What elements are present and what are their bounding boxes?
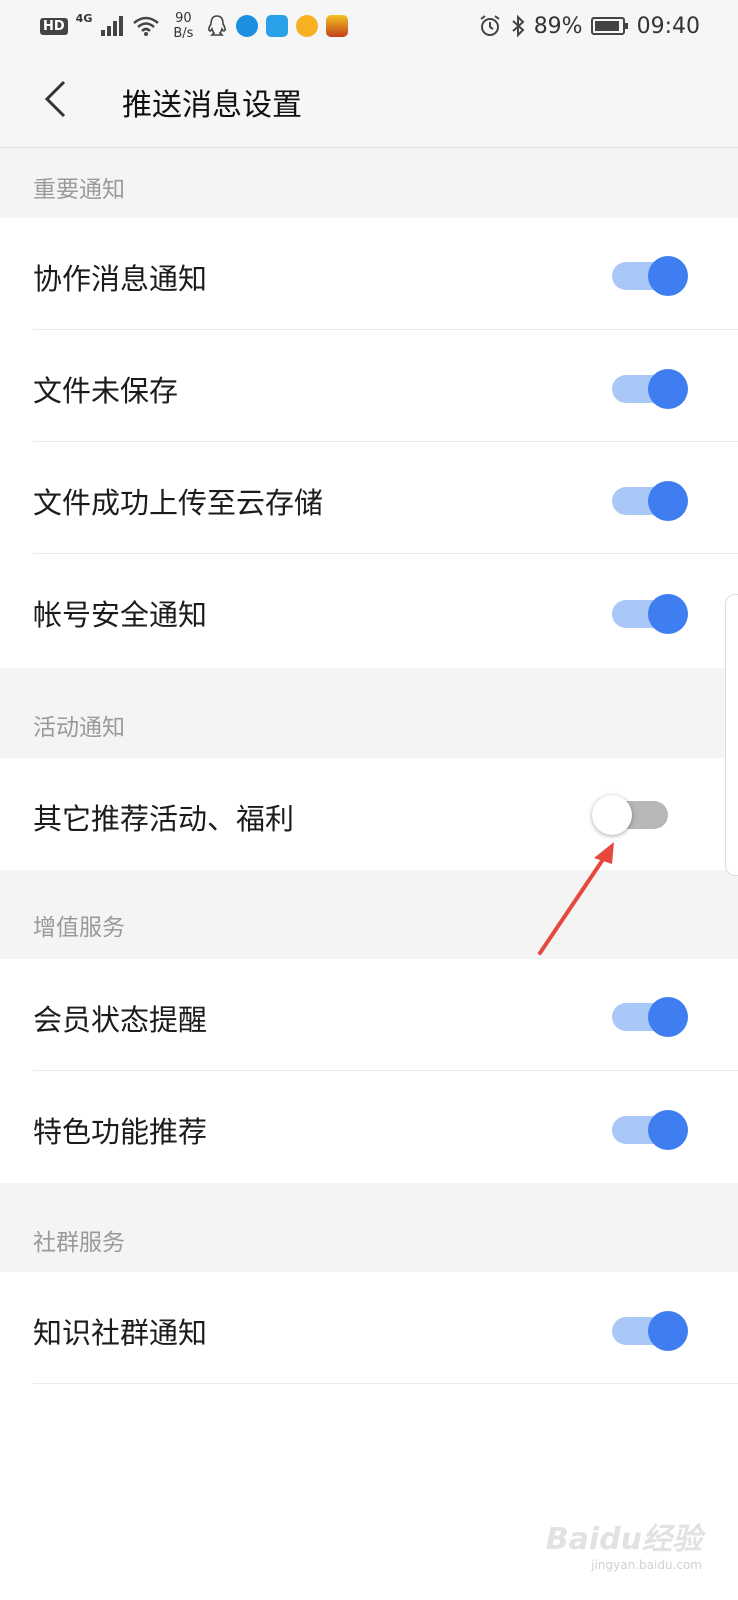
arrow-head	[594, 842, 614, 864]
annotation-arrow	[538, 842, 614, 955]
watermark-url: jingyan.baidu.com	[591, 1558, 702, 1572]
baidu-watermark: Baidu经验 jingyan.baidu.com	[546, 1514, 702, 1572]
watermark-brand: Baidu经验	[545, 1522, 702, 1557]
arrow-shaft	[538, 853, 608, 955]
